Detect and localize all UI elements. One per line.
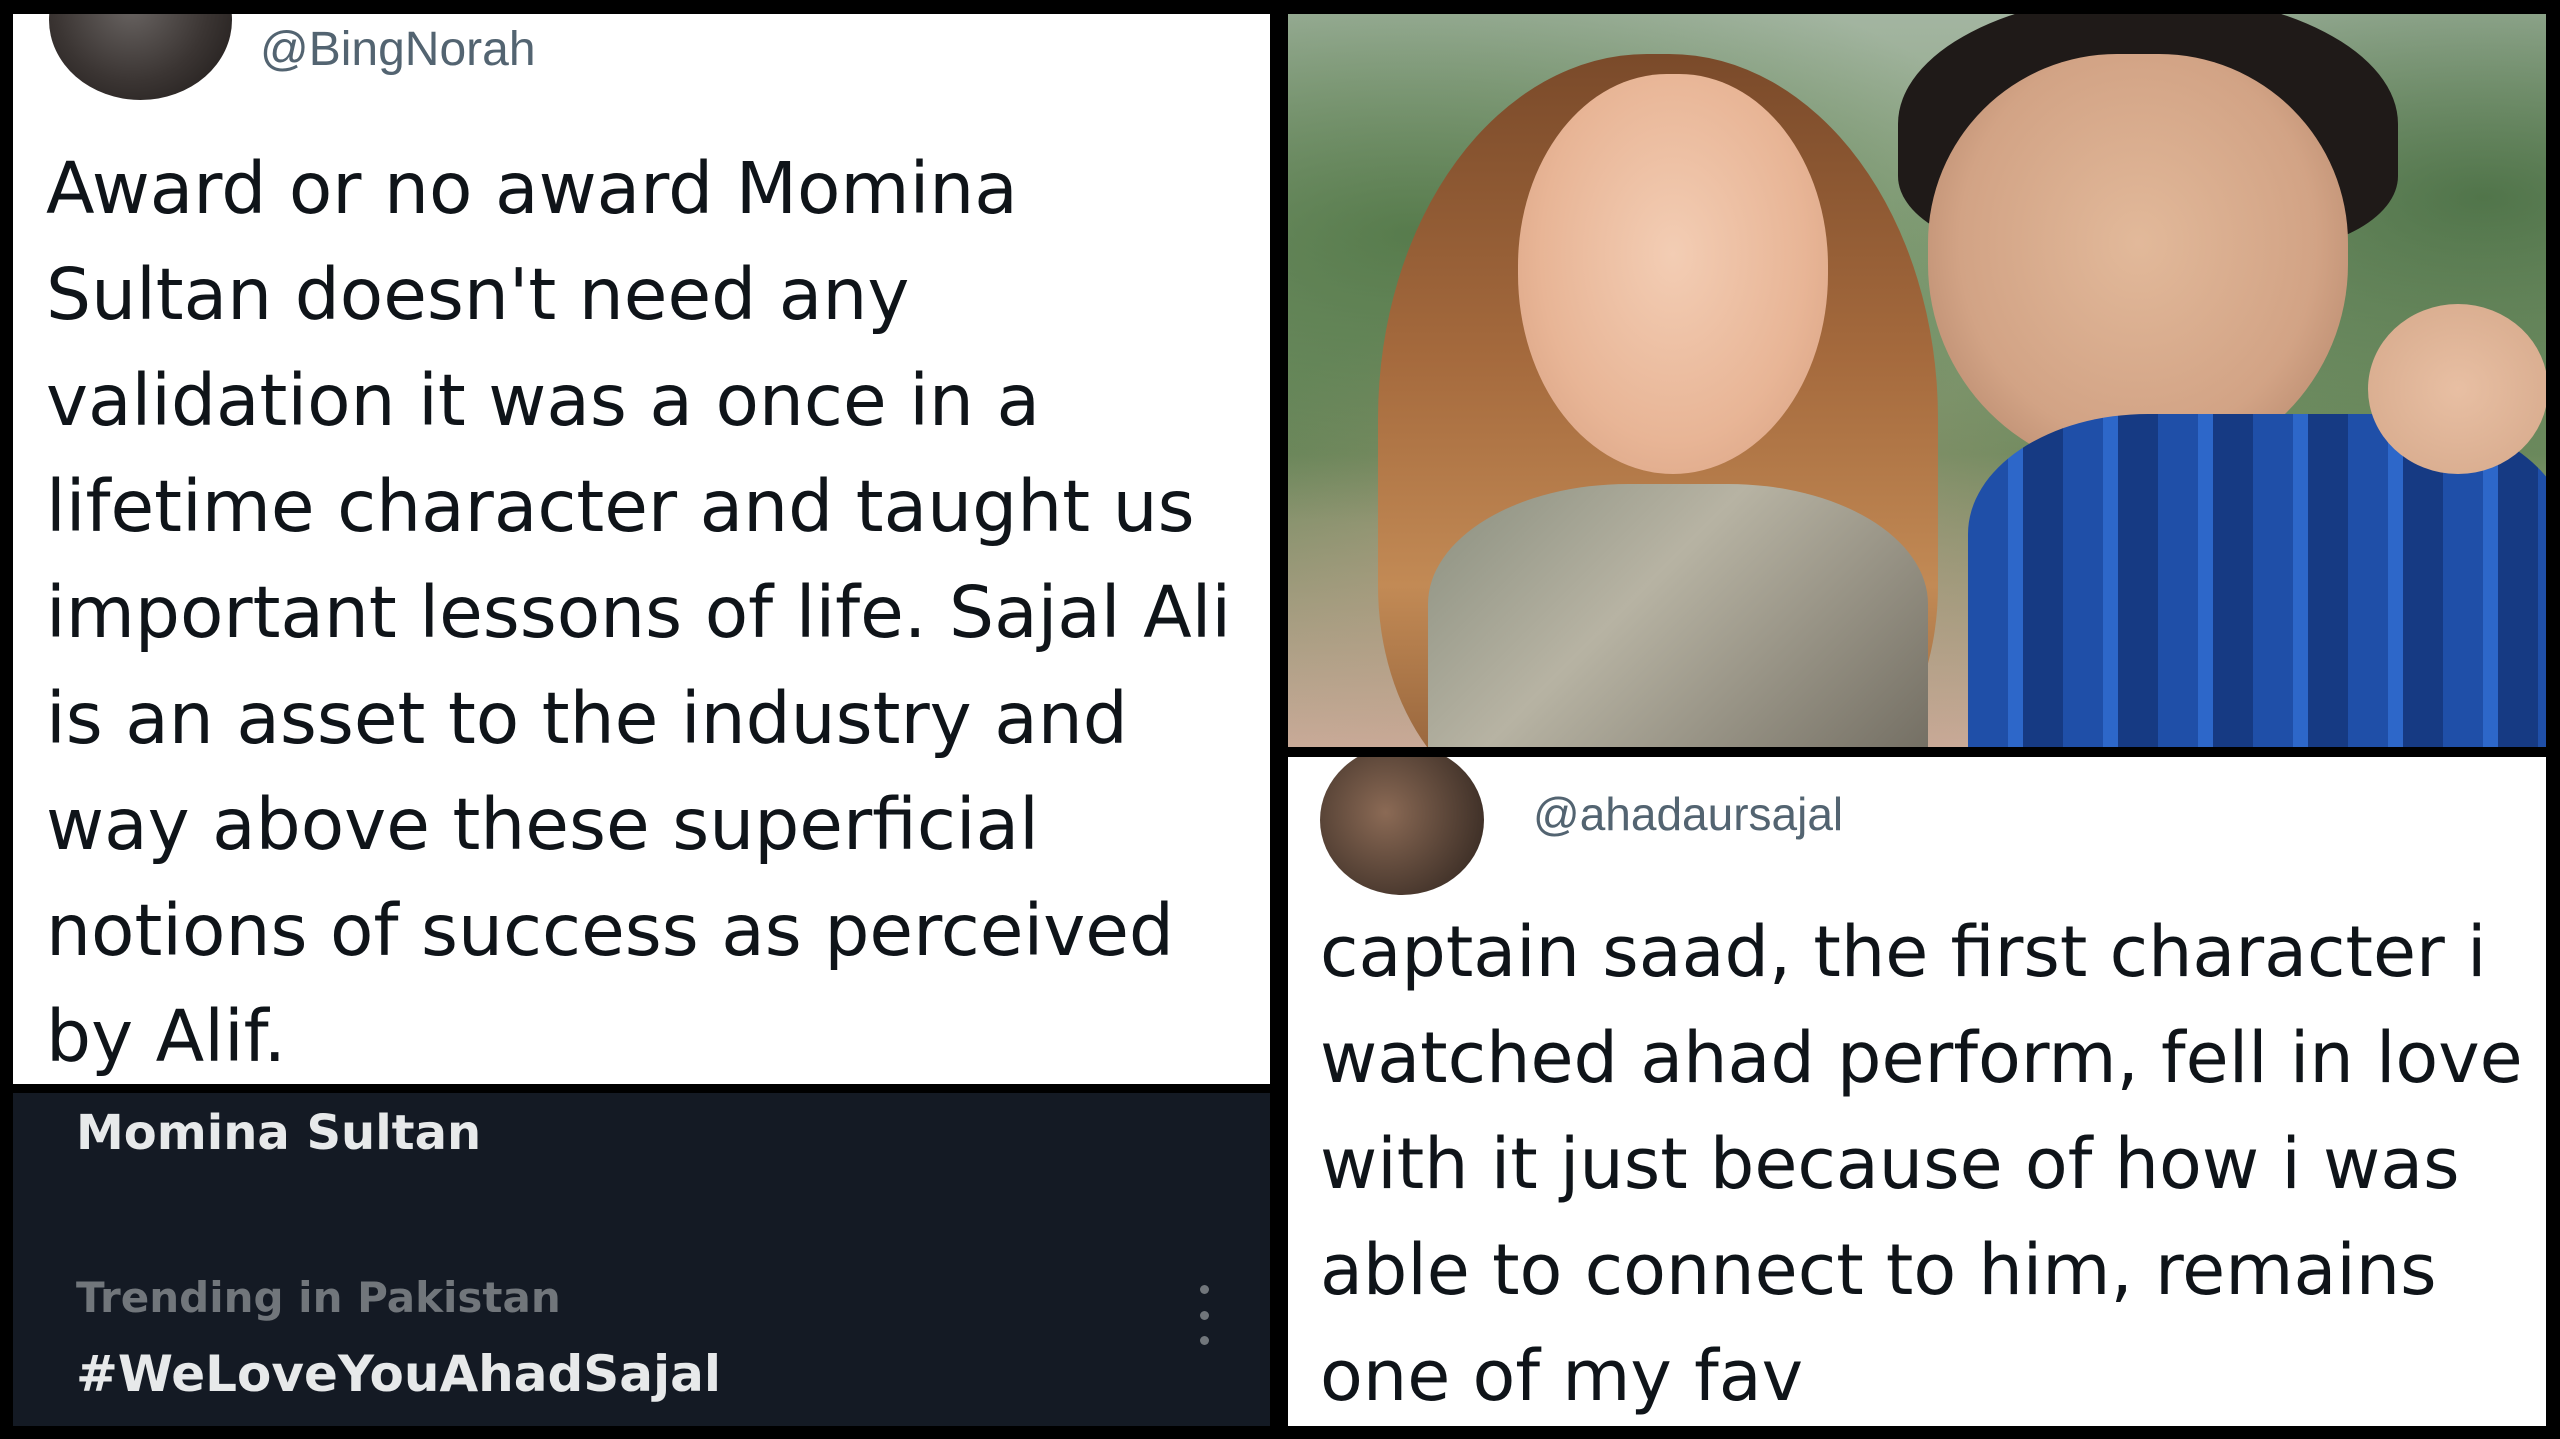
- photo-hand: [2368, 304, 2546, 474]
- trend-hashtag[interactable]: #WeLoveYouAhadSajal: [76, 1345, 721, 1403]
- photo-woman-dress: [1428, 484, 1928, 747]
- tweet-handle[interactable]: @BingNorah: [260, 22, 536, 77]
- avatar[interactable]: [49, 14, 232, 100]
- photo-man-face: [1928, 54, 2348, 474]
- trend-topic-title[interactable]: Momina Sultan: [76, 1105, 481, 1161]
- tweet-handle[interactable]: @ahadaursajal: [1533, 787, 1843, 841]
- more-vertical-icon[interactable]: [1189, 1285, 1219, 1345]
- photo-woman-face: [1518, 74, 1828, 474]
- tweet-card-right: @ahadaursajal captain saad, the first ch…: [1288, 757, 2546, 1426]
- tweet-text: captain saad, the first character i watc…: [1320, 911, 2523, 1417]
- tweet-card-left: @BingNorah Award or no award Momina Sult…: [13, 14, 1270, 1084]
- avatar[interactable]: [1320, 757, 1484, 895]
- collage: @BingNorah Award or no award Momina Sult…: [0, 0, 2560, 1439]
- trending-panel: Momina Sultan Trending in Pakistan #WeLo…: [13, 1093, 1270, 1426]
- couple-photo: [1288, 14, 2546, 747]
- trend-context: Trending in Pakistan: [76, 1273, 561, 1322]
- tweet-text: Award or no award Momina Sultan doesn't …: [46, 147, 1232, 1078]
